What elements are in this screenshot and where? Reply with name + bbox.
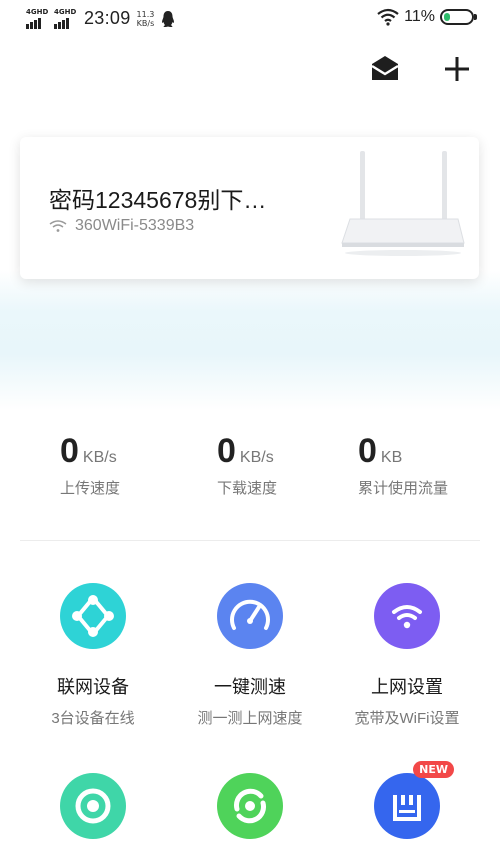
network-speed: 11.3 KB/s — [136, 9, 155, 28]
total-traffic-stat: 0 KB 累计使用流量 — [358, 432, 449, 497]
background-glow — [0, 270, 500, 410]
connected-devices-icon — [60, 583, 126, 649]
battery-icon — [440, 9, 477, 25]
feature-subtitle: 宽带及WiFi设置 — [354, 710, 460, 727]
refresh-ring-icon — [217, 773, 283, 839]
router-image — [341, 151, 465, 256]
speedometer-icon — [217, 583, 283, 649]
wifi-icon — [49, 220, 67, 232]
ring-icon — [60, 773, 126, 839]
new-badge: NEW — [413, 761, 454, 778]
divider — [20, 540, 480, 541]
feature-subtitle: 3台设备在线 — [51, 710, 135, 727]
download-stat: 0 KB/s 下载速度 — [217, 432, 278, 497]
status-bar: 4GHD 4GHD 23:09 11.3 KB/s 11% — [0, 0, 500, 40]
wifi-status-icon — [377, 8, 399, 26]
feature-refresh[interactable] — [165, 773, 335, 839]
feature-ring[interactable] — [8, 773, 178, 839]
upload-stat: 0 KB/s 上传速度 — [60, 432, 121, 497]
feature-title: 上网设置 — [371, 677, 443, 697]
signal-icon: 4GHD — [26, 8, 48, 29]
plus-icon[interactable] — [440, 52, 474, 86]
wifi-settings-icon — [374, 583, 440, 649]
router-card[interactable]: 密码12345678别下… 360WiFi-5339B3 — [20, 137, 479, 279]
feature-connected-devices[interactable]: 联网设备 3台设备在线 — [8, 583, 178, 728]
feature-internet-settings[interactable]: 上网设置 宽带及WiFi设置 — [322, 583, 492, 728]
feature-subtitle: 测一测上网速度 — [197, 710, 303, 727]
clock: 23:09 — [84, 8, 131, 28]
feature-title: 一键测速 — [214, 677, 286, 697]
signal-icon: 4GHD — [54, 8, 76, 29]
feature-title: 联网设备 — [57, 677, 129, 697]
traffic-stats: 0 KB/s 上传速度 0 KB/s 下载速度 0 KB 累计使用流量 — [0, 432, 500, 512]
storage-icon: NEW — [374, 761, 454, 839]
mail-icon[interactable] — [368, 54, 402, 84]
qq-icon — [162, 10, 175, 27]
feature-storage[interactable]: NEW — [322, 761, 492, 839]
battery-percent: 11% — [404, 8, 435, 25]
router-ssid: 360WiFi-5339B3 — [75, 217, 195, 234]
router-name: 密码12345678别下… — [49, 187, 267, 213]
feature-speed-test[interactable]: 一键测速 测一测上网速度 — [165, 583, 335, 728]
